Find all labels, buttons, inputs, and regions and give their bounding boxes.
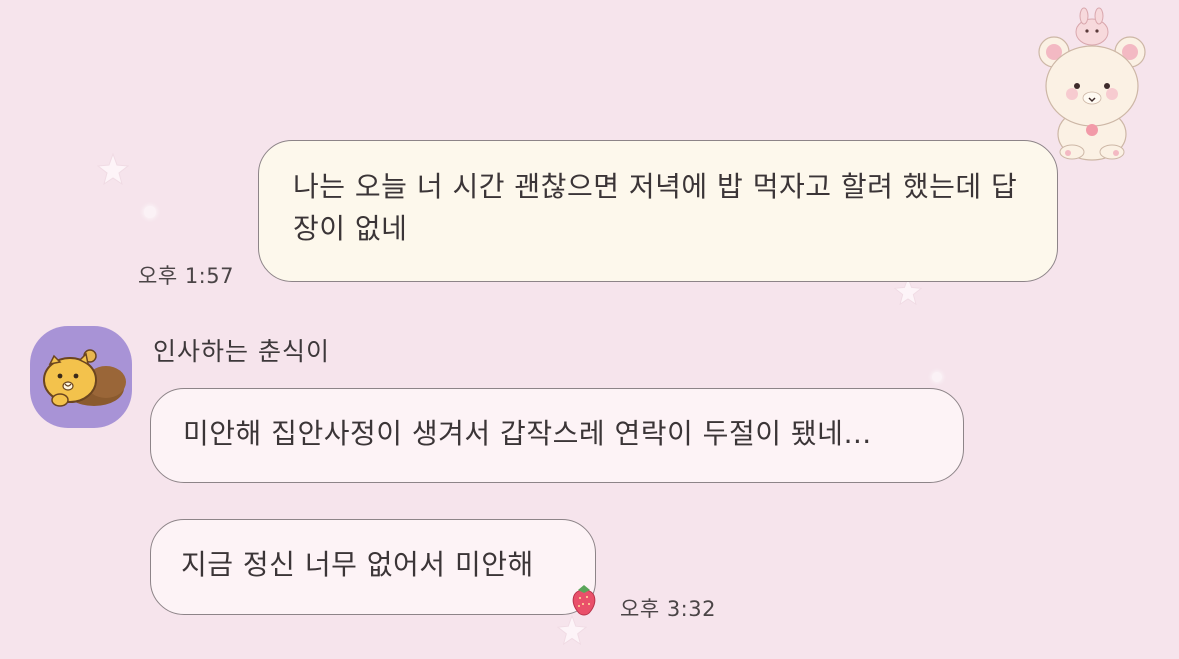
message-text: 지금 정신 너무 없어서 미안해 bbox=[181, 548, 534, 581]
sparkle-dot bbox=[932, 372, 942, 382]
message-text: 나는 오늘 너 시간 괜찮으면 저녁에 밥 먹자고 할려 했는데 답장이 없네 bbox=[293, 170, 1018, 245]
sparkle-dot bbox=[144, 206, 156, 218]
chunsik-cat-avatar-icon bbox=[43, 349, 126, 407]
rilakkuma-bear-sticker-icon bbox=[1038, 7, 1146, 161]
strawberry-icon bbox=[572, 585, 596, 616]
message-timestamp: 오후 1:57 bbox=[138, 264, 234, 288]
star-icon bbox=[96, 152, 130, 186]
message-text: 미안해 집안사정이 생겨서 갑작스레 연락이 두절이 됐네… bbox=[183, 417, 872, 450]
message-timestamp: 오후 3:32 bbox=[620, 597, 716, 621]
star-icon bbox=[556, 614, 588, 646]
their-message-bubble[interactable]: 미안해 집안사정이 생겨서 갑작스레 연락이 두절이 됐네… bbox=[150, 388, 964, 483]
my-message-bubble[interactable]: 나는 오늘 너 시간 괜찮으면 저녁에 밥 먹자고 할려 했는데 답장이 없네 bbox=[258, 140, 1058, 282]
their-message-bubble[interactable]: 지금 정신 너무 없어서 미안해 bbox=[150, 519, 596, 615]
contact-avatar[interactable] bbox=[30, 326, 132, 428]
contact-name: 인사하는 춘식이 bbox=[153, 337, 330, 366]
